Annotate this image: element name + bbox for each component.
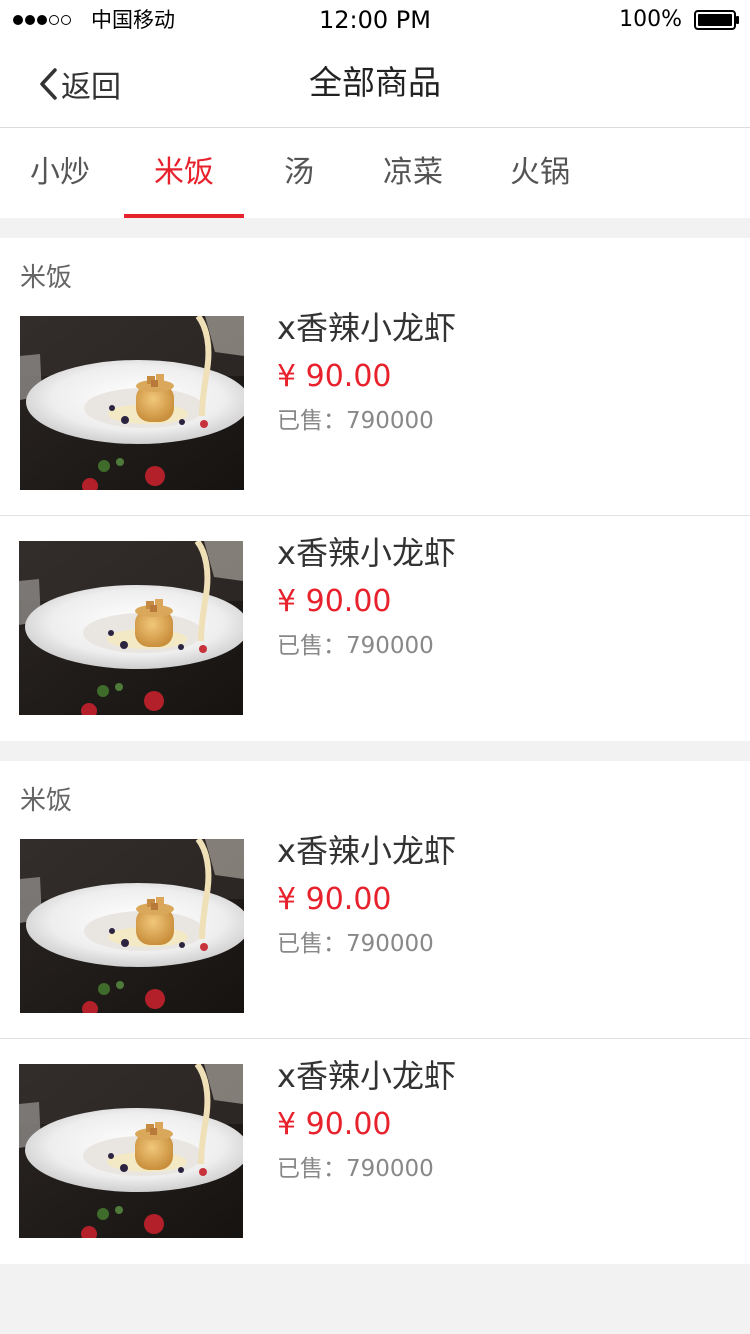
product-item[interactable]: x香辣小龙虾 ¥ 90.00 已售：790000 xyxy=(0,1039,750,1264)
product-image xyxy=(19,1064,243,1238)
product-image xyxy=(20,839,244,1013)
product-name: x香辣小龙虾 xyxy=(277,832,456,870)
nav-bar: 返回 全部商品 xyxy=(0,40,750,128)
product-sold-count: 已售：790000 xyxy=(277,408,434,434)
product-section: 米饭 x香辣小龙虾 ¥ 90.00 已售：790000 x香辣小龙虾 ¥ 90.… xyxy=(0,238,750,741)
battery-icon xyxy=(694,10,739,30)
product-price: ¥ 90.00 xyxy=(277,1107,392,1142)
product-price: ¥ 90.00 xyxy=(277,584,392,619)
product-item[interactable]: x香辣小龙虾 ¥ 90.00 已售：790000 xyxy=(0,516,750,741)
product-sold-count: 已售：790000 xyxy=(277,931,434,957)
tab-huoguo[interactable]: 火锅 xyxy=(492,128,588,218)
product-price: ¥ 90.00 xyxy=(277,882,392,917)
active-tab-indicator xyxy=(124,214,244,218)
tab-xiaochao[interactable]: 小炒 xyxy=(0,128,120,218)
product-item[interactable]: x香辣小龙虾 ¥ 90.00 已售：790000 xyxy=(0,291,750,516)
product-name: x香辣小龙虾 xyxy=(277,309,456,347)
product-name: x香辣小龙虾 xyxy=(277,534,456,572)
product-image xyxy=(19,541,243,715)
page-title: 全部商品 xyxy=(309,63,441,102)
tab-liangcai[interactable]: 凉菜 xyxy=(364,128,462,218)
status-bar: 中国移动 12:00 PM 100% xyxy=(0,0,750,40)
product-section: 米饭 x香辣小龙虾 ¥ 90.00 已售：790000 x香辣小龙虾 ¥ 90.… xyxy=(0,761,750,1264)
tab-tang[interactable]: 汤 xyxy=(252,128,346,218)
product-item[interactable]: x香辣小龙虾 ¥ 90.00 已售：790000 xyxy=(0,814,750,1039)
battery-percent: 100% xyxy=(619,7,682,32)
product-sold-count: 已售：790000 xyxy=(277,1156,434,1182)
tab-mifan[interactable]: 米饭 xyxy=(124,128,244,218)
product-name: x香辣小龙虾 xyxy=(277,1057,456,1095)
category-tabs: 小炒 米饭 汤 凉菜 火锅 xyxy=(0,128,750,218)
product-image xyxy=(20,316,244,490)
product-price: ¥ 90.00 xyxy=(277,359,392,394)
product-sold-count: 已售：790000 xyxy=(277,633,434,659)
